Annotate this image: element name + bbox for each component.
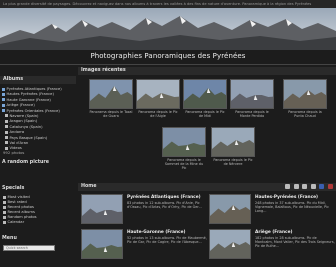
category-title[interactable]: Pyrénées Atlantiques (France) (127, 195, 201, 200)
bullet-icon (3, 205, 6, 209)
album-label: Val d'Aran (9, 140, 29, 145)
category-description: 248 photos in 37 sub-albums. Pic du Midi… (255, 201, 329, 214)
albums-header: Albums (0, 76, 76, 84)
sort-icon[interactable] (285, 184, 291, 189)
thumbnail-image[interactable] (162, 127, 206, 157)
bullet-icon (3, 220, 6, 224)
thumbnail-image[interactable] (230, 79, 274, 109)
bullet-icon (3, 200, 6, 204)
category-title[interactable]: Hautes-Pyrénées (France) (255, 195, 318, 200)
specials-title: Specials (2, 186, 25, 191)
bullet-icon (5, 114, 8, 118)
bullet-icon (5, 119, 8, 123)
recent-thumbnail[interactable]: Panorama depuis la Punta Chaud (283, 79, 327, 119)
category-image[interactable] (81, 229, 123, 259)
search-input[interactable]: Quick search (3, 245, 55, 251)
album-label: Pyrénées Orientales (France) (6, 108, 60, 113)
recent-thumbnail[interactable]: Panorama depuis le Sommet de la Mine du … (162, 127, 206, 171)
category-description: 182 photos in 28 sub-albums. Pic de Mont… (255, 236, 335, 249)
thumbnail-caption[interactable]: Panorama depuis le Sommet de la Mine du … (162, 158, 206, 171)
thumbnail-image[interactable] (211, 127, 255, 157)
bullet-icon (5, 130, 8, 134)
bullet-icon (2, 109, 5, 113)
bullet-icon (5, 125, 8, 129)
category-card[interactable]: Hautes-Pyrénées (France) 248 photos in 37… (209, 194, 336, 232)
category-card[interactable]: Pyrénées Atlantiques (France) 83 photos i… (81, 194, 209, 232)
random-picture-title[interactable]: A random picture (2, 160, 49, 165)
category-image[interactable] (209, 229, 251, 259)
category-card[interactable]: Haute-Garonne (France) 52 photos in 13 su… (81, 229, 209, 267)
album-label: Aragon (Spain) (9, 119, 38, 124)
rss-icon[interactable] (310, 184, 316, 189)
bullet-icon (2, 98, 5, 102)
toolbar (283, 184, 333, 190)
flag-fr-icon[interactable] (319, 184, 325, 189)
special-item[interactable]: Calendar (3, 220, 37, 225)
bullet-icon (2, 103, 5, 107)
album-list: Pyrénées Atlantiques (France) Hautes Pyré… (2, 87, 76, 152)
bullet-icon (3, 210, 6, 214)
category-description: 83 photos in 12 sub-albums. Pic d'Anie, … (127, 201, 202, 210)
bullet-icon (2, 92, 5, 96)
thumbnail-image[interactable] (283, 79, 327, 109)
album-label: Navarre (Spain) (9, 113, 39, 118)
thumbnail-caption[interactable]: Panorama depuis la Punta Chaud (283, 110, 327, 119)
bullet-icon (5, 136, 8, 140)
recent-thumbnail[interactable]: Panorama depuis le Monte Perdido (230, 79, 274, 119)
album-label: Ariège (France) (6, 103, 35, 108)
album-label: Hautes Pyrénées (France) (6, 92, 54, 97)
special-label: Recent photos (7, 205, 34, 209)
bullet-icon (2, 87, 5, 91)
photo-count: 992 photos (3, 150, 25, 155)
thumbnail-image[interactable] (89, 79, 133, 109)
recent-images-header: Images récentes (78, 67, 336, 75)
flag-en-icon[interactable] (328, 184, 333, 189)
thumbnail-image[interactable] (183, 79, 227, 109)
divider (0, 64, 336, 65)
album-label: Andorra (9, 130, 25, 135)
special-label: Calendar (7, 220, 25, 224)
album-label: Catalunya (Spain) (9, 124, 43, 129)
thumbnail-image[interactable] (136, 79, 180, 109)
thumbnail-caption[interactable]: Panorama depuis le Monte Perdido (230, 110, 274, 119)
category-title[interactable]: Ariège (France) (255, 230, 292, 235)
menu-title: Menu (2, 236, 17, 241)
bullet-icon (3, 195, 6, 199)
thumbnail-caption[interactable]: Panorama depuis le Tozal de Guara (89, 110, 133, 119)
bullet-icon (3, 215, 6, 219)
category-card[interactable]: Ariège (France) 182 photos in 28 sub-albu… (209, 229, 336, 267)
slideshow-icon[interactable] (293, 184, 299, 189)
category-title[interactable]: Haute-Garonne (France) (127, 230, 185, 235)
recent-thumbnail[interactable]: Panorama depuis le Tozal de Guara (89, 79, 133, 119)
recent-thumbnail[interactable]: Panorama depuis le Pic de Nérvere (211, 127, 255, 167)
special-label: Most visited (7, 195, 30, 199)
special-label: Random photos (7, 215, 37, 219)
special-label: Best rated (7, 200, 27, 204)
category-image[interactable] (209, 194, 251, 224)
bullet-icon (5, 141, 8, 145)
category-description: 52 photos in 13 sub-albums. Pic de Maube… (127, 236, 207, 245)
special-label: Recent albums (7, 210, 35, 214)
thumbnail-caption[interactable]: Panorama depuis le Pic de l'Aigle (136, 110, 180, 119)
recent-thumbnail[interactable]: Panorama depuis le Pic de Midi (183, 79, 227, 119)
calendar-icon[interactable] (302, 184, 308, 189)
panorama-banner (0, 8, 336, 50)
thumbnail-caption[interactable]: Panorama depuis le Pic de Nérvere (211, 158, 255, 167)
album-label: Pays Basque (Spain) (9, 135, 48, 140)
recent-thumbnail[interactable]: Panorama depuis le Pic de l'Aigle (136, 79, 180, 119)
thumbnail-caption[interactable]: Panorama depuis le Pic de Midi (183, 110, 227, 119)
top-description: La plus grande diversité de paysages. Dé… (0, 0, 336, 8)
category-image[interactable] (81, 194, 123, 224)
album-label: Pyrénées Atlantiques (France) (6, 87, 62, 91)
specials-list: Most visited Best rated Recent photos Recen… (3, 195, 37, 225)
album-label: Haute Garonne (France) (6, 97, 51, 102)
site-title: Photographies Panoramiques des Pyrénées (90, 52, 246, 60)
